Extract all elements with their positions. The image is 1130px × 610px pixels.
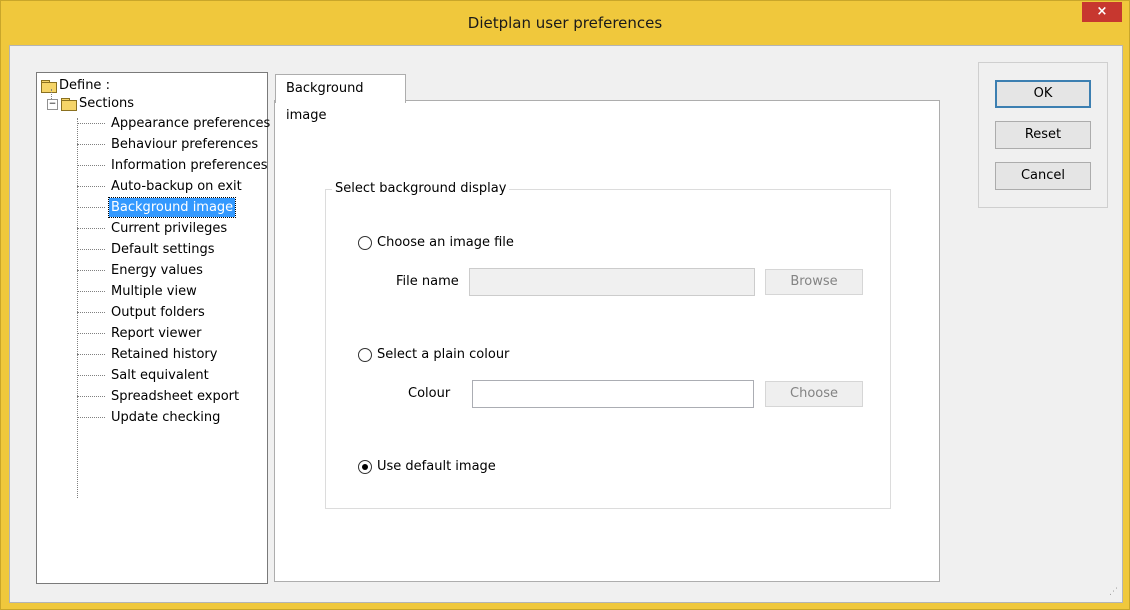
file-name-label: File name: [396, 274, 459, 289]
tree-item-report-viewer[interactable]: Report viewer: [37, 324, 257, 343]
tree-item-current-privileges[interactable]: Current privileges: [37, 219, 257, 238]
tree-item-label: Energy values: [111, 263, 203, 278]
radio-circle: [358, 348, 372, 362]
reset-button[interactable]: Reset: [995, 121, 1091, 149]
action-panel: OK Reset Cancel: [978, 62, 1108, 208]
tree-item-label: Update checking: [111, 410, 221, 425]
collapse-icon[interactable]: −: [47, 99, 58, 110]
tree-item-label: Default settings: [111, 242, 215, 257]
tab-panel: Select background display Choose an imag…: [274, 100, 940, 582]
radio-label: Select a plain colour: [377, 347, 510, 362]
tree-item-label: Information preferences: [111, 158, 268, 173]
tree-item-background-image[interactable]: Background image: [37, 197, 257, 218]
tree-item-label: Appearance preferences: [111, 116, 271, 131]
tree-node-sections[interactable]: Sections: [61, 95, 181, 113]
tree-item-label: Behaviour preferences: [111, 137, 259, 152]
radio-label: Use default image: [377, 459, 496, 474]
tree-item-label: Retained history: [111, 347, 218, 362]
tree-root-label: Define :: [59, 78, 110, 93]
tree-item-default-settings[interactable]: Default settings: [37, 240, 257, 259]
tree-item-label: Background image: [107, 197, 237, 218]
folder-open-icon: [61, 98, 77, 111]
dialog-body: Define : − Sections Appearance preferenc…: [9, 45, 1123, 603]
tab-background-image[interactable]: Background image: [275, 74, 406, 123]
tree-item-auto-backup-on-exit[interactable]: Auto-backup on exit: [37, 177, 257, 196]
folder-open-icon: [41, 80, 57, 93]
title-bar[interactable]: Dietplan user preferences ×: [1, 1, 1129, 45]
tree-item-output-folders[interactable]: Output folders: [37, 303, 257, 322]
close-button[interactable]: ×: [1082, 2, 1122, 22]
group-legend: Select background display: [332, 181, 510, 196]
tree-connector: [51, 89, 52, 99]
radio-circle: [358, 236, 372, 250]
tree-item-label: Output folders: [111, 305, 205, 320]
tree-item-update-checking[interactable]: Update checking: [37, 408, 257, 427]
tree-sections-label: Sections: [79, 96, 135, 111]
tree-item-multiple-view[interactable]: Multiple view: [37, 282, 257, 301]
tree-item-label: Current privileges: [111, 221, 228, 236]
colour-label: Colour: [408, 386, 451, 401]
tree-item-information-preferences[interactable]: Information preferences: [37, 156, 267, 175]
section-tree[interactable]: Define : − Sections Appearance preferenc…: [36, 72, 270, 584]
resize-grip-icon[interactable]: ⋰: [1106, 586, 1118, 598]
window-title: Dietplan user preferences: [467, 14, 663, 32]
tree-item-label: Multiple view: [111, 284, 197, 299]
browse-button[interactable]: Browse: [765, 269, 863, 295]
tree-item-label: Auto-backup on exit: [111, 179, 242, 194]
preferences-window: Dietplan user preferences × Define : − S…: [0, 0, 1130, 610]
ok-button[interactable]: OK: [995, 80, 1091, 108]
tree-item-spreadsheet-export[interactable]: Spreadsheet export: [37, 387, 257, 406]
cancel-button[interactable]: Cancel: [995, 162, 1091, 190]
radio-label: Choose an image file: [377, 235, 514, 250]
choose-button[interactable]: Choose: [765, 381, 863, 407]
file-name-field[interactable]: [469, 268, 755, 296]
background-display-group: Select background display Choose an imag…: [325, 181, 891, 509]
tree-item-behaviour-preferences[interactable]: Behaviour preferences: [37, 135, 259, 154]
tree-item-salt-equivalent[interactable]: Salt equivalent: [37, 366, 257, 385]
tree-item-label: Salt equivalent: [111, 368, 209, 383]
tree-item-label: Report viewer: [111, 326, 202, 341]
tree-item-retained-history[interactable]: Retained history: [37, 345, 257, 364]
tree-item-label: Spreadsheet export: [111, 389, 240, 404]
tree-item-appearance-preferences[interactable]: Appearance preferences: [37, 114, 270, 133]
colour-field[interactable]: [472, 380, 754, 408]
radio-circle-selected: [358, 460, 372, 474]
tree-item-energy-values[interactable]: Energy values: [37, 261, 257, 280]
